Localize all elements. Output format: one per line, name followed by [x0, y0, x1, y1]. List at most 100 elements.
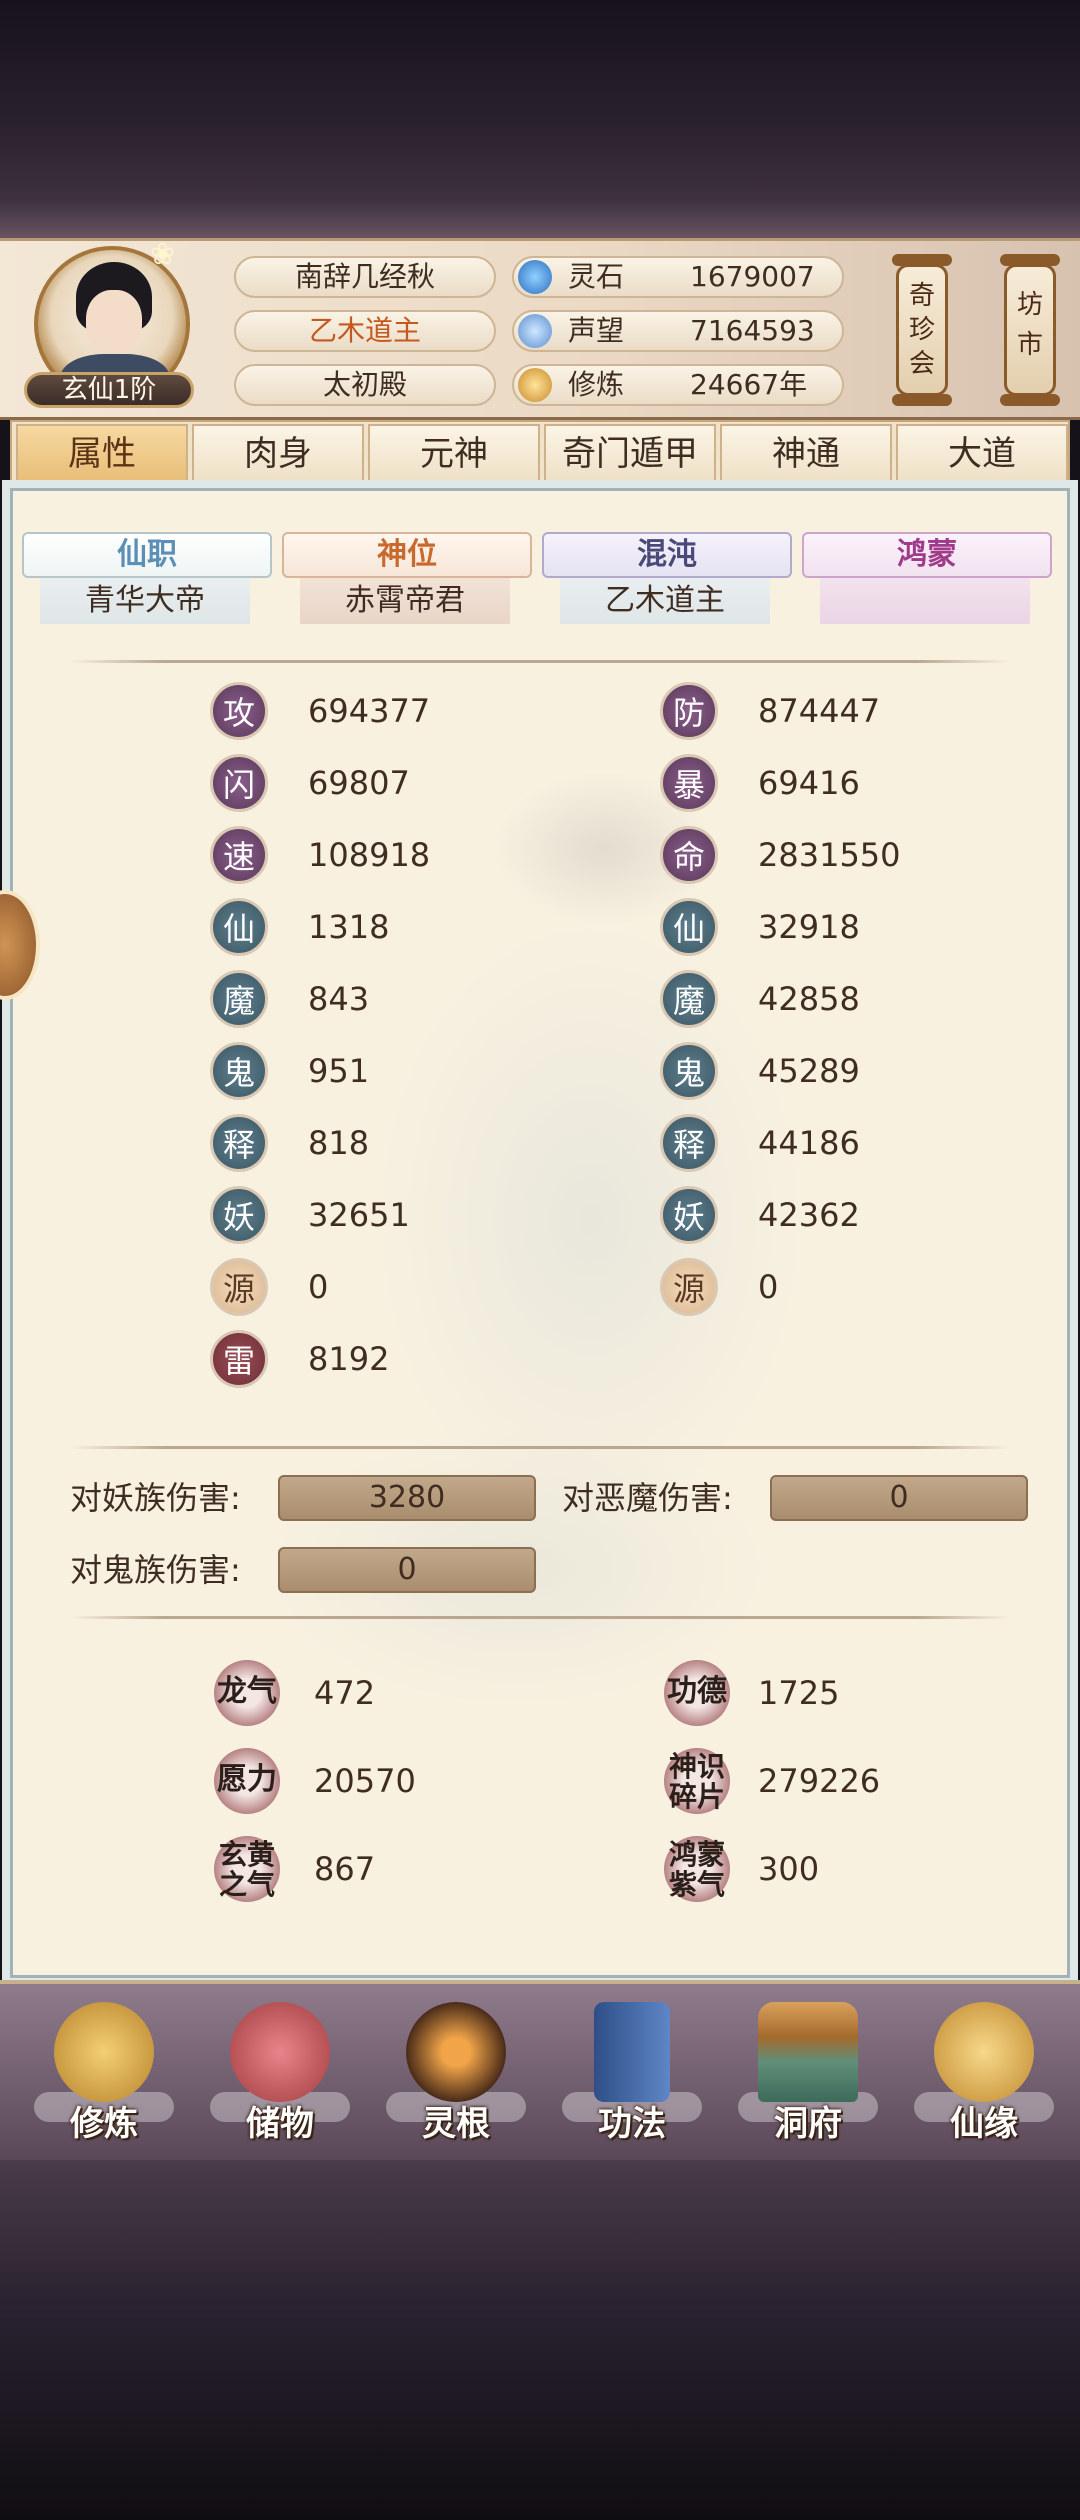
damage-label-demon: 对恶魔伤害: [562, 1479, 733, 1517]
stat-icon-yao-defense: 妖 [660, 1186, 718, 1244]
damage-label-yao: 对妖族伤害: [70, 1479, 241, 1517]
tab-great-dao[interactable]: 大道 [896, 424, 1068, 484]
title-ribbon-immortal-post[interactable]: 仙职 [22, 532, 272, 578]
stat-icon-attack: 攻 [210, 682, 268, 740]
nav-spirit-root[interactable]: 灵根 [386, 2002, 526, 2152]
stat-icon-defense: 防 [660, 682, 718, 740]
avatar-face [86, 290, 142, 354]
stat-value-crit: 69416 [758, 764, 860, 802]
stat-value-dodge: 69807 [308, 764, 410, 802]
stat-value-yao-defense: 42362 [758, 1196, 860, 1234]
nav-fortune[interactable]: 仙缘 [914, 2002, 1054, 2152]
extra-value-hongmeng-purple-qi: 300 [758, 1850, 820, 1888]
section-divider [70, 660, 1010, 663]
stat-value-buddha-defense: 44186 [758, 1124, 860, 1162]
header-ornament [0, 200, 1080, 240]
title-ribbon-chaos[interactable]: 混沌 [542, 532, 792, 578]
market-button[interactable]: 坊 市 [1004, 264, 1056, 396]
stat-value-demon-defense: 42858 [758, 980, 860, 1018]
title-value-chaos: 乙木道主 [560, 578, 770, 624]
stat-value-thunder: 8192 [308, 1340, 390, 1378]
player-realm: 乙木道主 [234, 310, 496, 352]
cultivation-icon [518, 368, 552, 402]
tab-attributes[interactable]: 属性 [16, 424, 188, 484]
stat-icon-health: 命 [660, 826, 718, 884]
stat-icon-demon-attack: 魔 [210, 970, 268, 1028]
resource-cultivation: 修炼 24667年 [512, 364, 844, 406]
butterfly-icon: ❀ [150, 237, 176, 272]
extra-value-dragon-qi: 472 [314, 1674, 376, 1712]
extra-icon-merit: 功德 [664, 1660, 730, 1726]
stat-value-demon-attack: 843 [308, 980, 370, 1018]
title-value-hongmeng [820, 578, 1030, 624]
scroll-cap-bottom [1000, 394, 1060, 406]
extra-icon-dragon-qi: 龙气 [214, 1660, 280, 1726]
stat-value-ghost-attack: 951 [308, 1052, 370, 1090]
title-ribbon-divine-rank[interactable]: 神位 [282, 532, 532, 578]
extra-icon-will-power: 愿力 [214, 1748, 280, 1814]
stat-value-immortal-attack: 1318 [308, 908, 390, 946]
section-divider [70, 1616, 1010, 1619]
resource-spirit-stone: 灵石 1679007 [512, 256, 844, 298]
damage-value-demon: 0 [770, 1475, 1028, 1521]
damage-label-ghost: 对鬼族伤害: [70, 1551, 241, 1589]
stat-value-origin-defense: 0 [758, 1268, 779, 1306]
stat-value-origin-attack: 0 [308, 1268, 329, 1306]
player-name: 南辞几经秋 [234, 256, 496, 298]
rank-badge: 玄仙1阶 [24, 372, 194, 408]
title-value-immortal-post: 青华大帝 [40, 578, 250, 624]
section-divider [70, 1446, 1010, 1449]
tab-body[interactable]: 肉身 [192, 424, 364, 484]
nav-techniques[interactable]: 功法 [562, 2002, 702, 2152]
nav-storage[interactable]: 储物 [210, 2002, 350, 2152]
stat-icon-immortal-defense: 仙 [660, 898, 718, 956]
stat-icon-crit: 暴 [660, 754, 718, 812]
gourd-fortune-icon [934, 2002, 1034, 2102]
nav-cultivate[interactable]: 修炼 [34, 2002, 174, 2152]
title-value-divine-rank: 赤霄帝君 [300, 578, 510, 624]
stat-icon-ghost-defense: 鬼 [660, 1042, 718, 1100]
treasure-fair-button[interactable]: 奇 珍 会 [896, 264, 948, 396]
stat-icon-buddha-defense: 释 [660, 1114, 718, 1172]
resource-reputation: 声望 7164593 [512, 310, 844, 352]
extra-value-soul-fragment: 279226 [758, 1762, 881, 1800]
scripture-book-icon [594, 2002, 670, 2102]
tab-primordial-spirit[interactable]: 元神 [368, 424, 540, 484]
bottom-background [0, 2160, 1080, 2520]
stat-value-immortal-defense: 32918 [758, 908, 860, 946]
stat-value-yao-attack: 32651 [308, 1196, 410, 1234]
extra-icon-hongmeng-purple-qi: 鸿蒙 紫气 [664, 1836, 730, 1902]
extra-icon-soul-fragment: 神识 碎片 [664, 1748, 730, 1814]
extra-value-xuanhuang-qi: 867 [314, 1850, 376, 1888]
tab-divine-powers[interactable]: 神通 [720, 424, 892, 484]
spirit-root-icon [406, 2002, 506, 2102]
reputation-icon [518, 314, 552, 348]
damage-value-yao: 3280 [278, 1475, 536, 1521]
stat-icon-demon-defense: 魔 [660, 970, 718, 1028]
stat-value-attack: 694377 [308, 692, 431, 730]
stat-value-ghost-defense: 45289 [758, 1052, 860, 1090]
stat-icon-origin-defense: 源 [660, 1258, 718, 1316]
bottom-nav-bar: 修炼 储物 灵根 功法 洞府 仙缘 [0, 1980, 1080, 2160]
stat-icon-speed: 速 [210, 826, 268, 884]
stat-icon-origin-attack: 源 [210, 1258, 268, 1316]
title-ribbon-hongmeng[interactable]: 鸿蒙 [802, 532, 1052, 578]
damage-value-ghost: 0 [278, 1547, 536, 1593]
stat-icon-buddha-attack: 释 [210, 1114, 268, 1172]
treasure-bag-icon [230, 2002, 330, 2102]
extra-icon-xuanhuang-qi: 玄黄 之气 [214, 1836, 280, 1902]
nav-cave-mansion[interactable]: 洞府 [738, 2002, 878, 2152]
meditating-monk-icon [54, 2002, 154, 2102]
tab-qimen-dunjia[interactable]: 奇门遁甲 [544, 424, 716, 484]
stat-icon-thunder: 雷 [210, 1330, 268, 1388]
scroll-cap-bottom [892, 394, 952, 406]
stat-value-buddha-attack: 818 [308, 1124, 370, 1162]
stat-value-speed: 108918 [308, 836, 431, 874]
stat-icon-yao-attack: 妖 [210, 1186, 268, 1244]
stat-value-defense: 874447 [758, 692, 881, 730]
cave-mansion-icon [758, 2002, 858, 2102]
stat-icon-dodge: 闪 [210, 754, 268, 812]
tab-bar: 属性 肉身 元神 奇门遁甲 神通 大道 [10, 420, 1070, 488]
stat-icon-immortal-attack: 仙 [210, 898, 268, 956]
stat-icon-ghost-attack: 鬼 [210, 1042, 268, 1100]
